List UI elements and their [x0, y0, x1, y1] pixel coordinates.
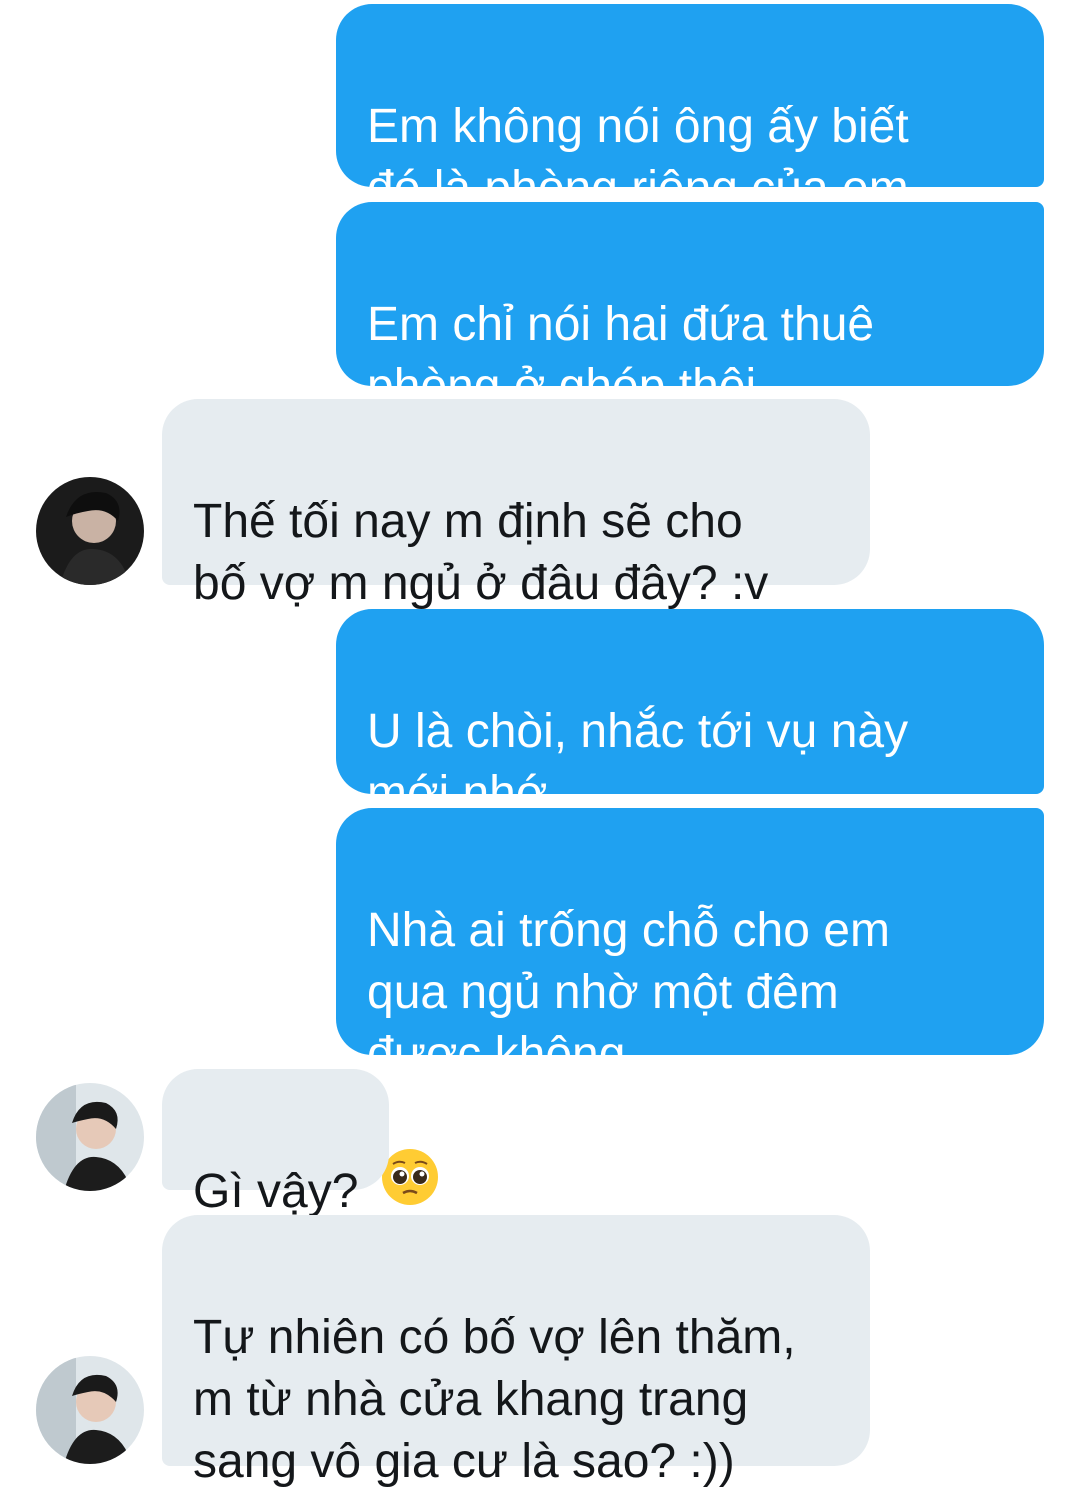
- message-text: U là chòi, nhắc tới vụ này mới nhớ: [367, 705, 909, 820]
- pleading-face-emoji: [381, 1086, 439, 1222]
- message-text: Gì vậy?: [193, 1165, 359, 1218]
- received-message-bubble[interactable]: Thế tối nay m định sẽ cho bố vợ m ngủ ở …: [162, 399, 870, 610]
- sent-message-bubble[interactable]: Em không nói ông ấy biết đó là phòng riê…: [336, 4, 1044, 215]
- sent-message-bubble[interactable]: U là chòi, nhắc tới vụ này mới nhớ: [336, 609, 1044, 820]
- contact-avatar[interactable]: [36, 1356, 144, 1464]
- message-text: Tự nhiên có bố vợ lên thăm, m từ nhà cửa…: [193, 1311, 796, 1488]
- sent-message-bubble[interactable]: Nhà ai trống chỗ cho em qua ngủ nhờ một …: [336, 808, 1044, 1205]
- message-text: Em chỉ nói hai đứa thuê phòng ở ghép thô…: [367, 298, 875, 413]
- received-message-bubble[interactable]: Tự nhiên có bố vợ lên thăm, m từ nhà cửa…: [162, 1215, 870, 1488]
- message-text: Em không nói ông ấy biết đó là phòng riê…: [367, 100, 909, 215]
- contact-avatar[interactable]: [36, 477, 144, 585]
- contact-avatar[interactable]: [36, 1083, 144, 1191]
- received-message-bubble[interactable]: Gì vậy?: [162, 1069, 389, 1218]
- message-text: Nhà ai trống chỗ cho em qua ngủ nhờ một …: [367, 904, 890, 1081]
- sent-message-bubble[interactable]: Em chỉ nói hai đứa thuê phòng ở ghép thô…: [336, 202, 1044, 524]
- message-text: Thế tối nay m định sẽ cho bố vợ m ngủ ở …: [193, 495, 769, 610]
